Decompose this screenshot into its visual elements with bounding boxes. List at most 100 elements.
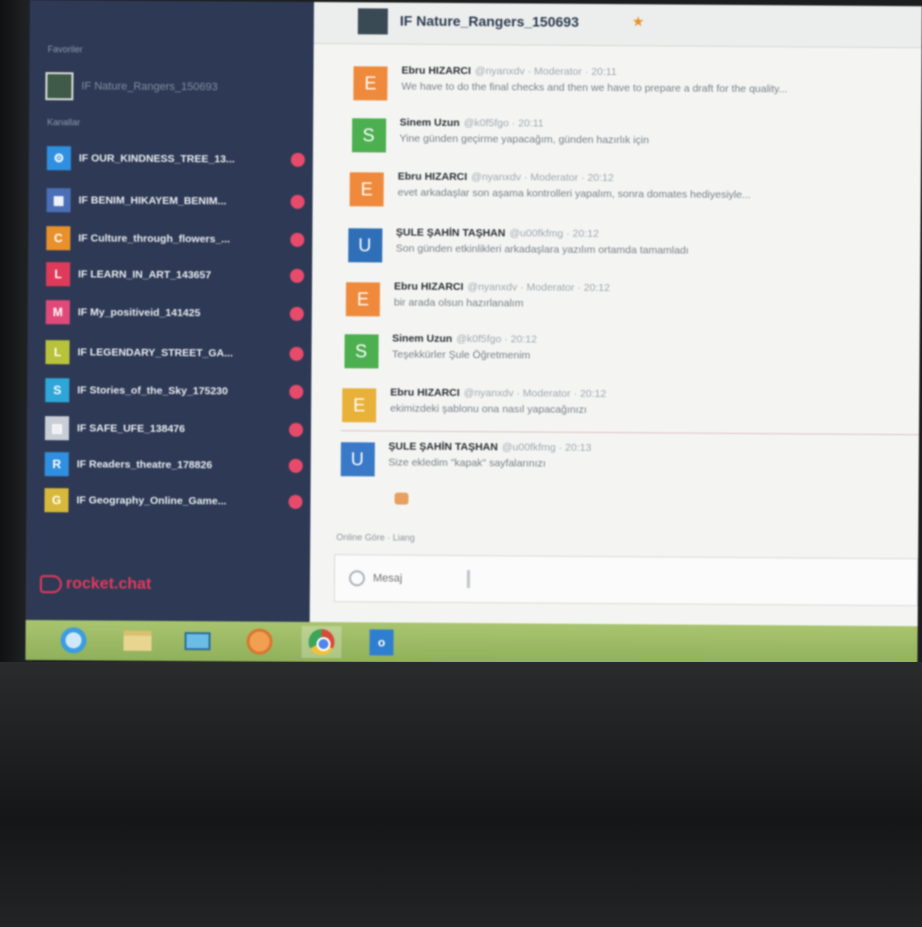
message-header: Ebru HIZARCI @nyanxdv · Moderator · 20:12 (394, 281, 610, 295)
room-name: IF Readers_theatre_178826 (76, 458, 213, 472)
message-header: ŞULE ŞAHİN TAŞHAN @u00fkfmg · 20:12 (396, 227, 599, 240)
message-composer[interactable] (333, 554, 919, 607)
text-caret (466, 570, 471, 589)
sidebar-room[interactable]: G IF Geography_Online_Game... (44, 488, 310, 514)
favorite-room-label: IF Nature_Rangers_150693 (81, 80, 218, 94)
unread-badge (289, 346, 304, 361)
monitor-screen: Favoriler IF Nature_Rangers_150693 Kanal… (25, 0, 922, 667)
internet-explorer-icon (60, 627, 87, 654)
user-avatar[interactable]: S (343, 334, 379, 369)
message-author[interactable]: Sinem Uzun (392, 333, 452, 345)
message-author[interactable]: ŞULE ŞAHİN TAŞHAN (388, 441, 498, 454)
favorite-room-thumbnail (45, 72, 74, 101)
message-input[interactable] (372, 572, 464, 586)
taskbar-chrome[interactable] (301, 625, 342, 659)
favorite-room[interactable]: IF Nature_Rangers_150693 (45, 72, 218, 101)
room-avatar: S (45, 378, 70, 403)
unread-badge (288, 422, 304, 437)
message-text: Size ekledim "kapak" sayfalarınızı (388, 456, 546, 470)
message-header: Sinem Uzun @k0f5fgo · 20:12 (392, 333, 537, 346)
sidebar-room[interactable]: R IF Readers_theatre_178826 (44, 452, 311, 478)
taskbar-app[interactable] (239, 625, 279, 657)
user-avatar[interactable]: E (349, 172, 384, 207)
rocket-chat-icon (39, 575, 62, 594)
message-author[interactable]: Sinem Uzun (400, 117, 460, 129)
sidebar-room[interactable]: L IF LEARN_IN_ART_143657 (46, 262, 312, 288)
chat-message: E Ebru HIZARCI @nyanxdv · Moderator · 20:1… (349, 168, 909, 224)
user-avatar[interactable]: E (345, 282, 381, 317)
message-header: Ebru HIZARCI @nyanxdv · Moderator · 20:11 (401, 65, 616, 79)
emoji-icon[interactable] (348, 570, 366, 587)
message-author[interactable]: ŞULE ŞAHİN TAŞHAN (396, 227, 506, 240)
app-icon (246, 628, 273, 655)
taskbar-outlook[interactable]: o (361, 626, 401, 658)
room-avatar: C (46, 226, 71, 251)
message-text: bir arada olsun hazırlanalım (393, 296, 524, 310)
windows-taskbar: o (25, 619, 918, 667)
message-meta: @nyanxdv · Moderator · 20:11 (474, 65, 617, 79)
room-avatar: ⚙ (46, 146, 71, 171)
unread-badge (290, 232, 305, 247)
taskbar-ie[interactable] (53, 624, 93, 656)
user-avatar[interactable]: U (340, 442, 375, 477)
sidebar-room[interactable]: ⚙ IF OUR_KINDNESS_TREE_13... (46, 146, 313, 172)
room-avatar: R (44, 452, 69, 477)
room-name: IF Geography_Online_Game... (76, 494, 227, 508)
message-author[interactable]: Ebru HIZARCI (398, 171, 468, 183)
chat-message: S Sinem Uzun @k0f5fgo · 20:12 Teşekkürler Ş… (343, 330, 904, 386)
room-name: IF My_positiveid_141425 (77, 306, 201, 320)
message-author[interactable]: Ebru HIZARCI (390, 387, 460, 399)
room-list: ⚙ IF OUR_KINDNESS_TREE_13... ▦ IF BENIM_HIK… (30, 0, 314, 513)
chat-message: U ŞULE ŞAHİN TAŞHAN @u00fkfmg · 20:12 Son g… (347, 224, 908, 280)
unread-badge (289, 384, 304, 399)
message-meta: @k0f5fgo · 20:12 (456, 332, 537, 346)
typing-indicator: Online Göre · Liang (336, 532, 415, 543)
taskbar-explorer[interactable] (117, 625, 157, 657)
room-avatar: M (45, 300, 70, 325)
unread-badge (289, 306, 304, 321)
message-header: Ebru HIZARCI @nyanxdv · Moderator · 20:12 (398, 171, 614, 185)
favorites-heading: Favoriler (47, 44, 83, 55)
sidebar-room[interactable]: ▦ IF BENIM_HIKAYEM_BENIM... (46, 188, 313, 214)
sidebar-room[interactable]: ▤ IF SAFE_UFE_138476 (44, 416, 311, 442)
user-avatar[interactable]: E (342, 388, 377, 423)
room-name: IF BENIM_HIKAYEM_BENIM... (78, 194, 227, 208)
sidebar-room[interactable]: L IF LEGENDARY_STREET_GA... (45, 340, 311, 366)
room-name: IF Culture_through_flowers_... (78, 232, 231, 246)
chat-main: IF Nature_Rangers_150693 ★ E Ebru HIZARCI… (309, 1, 922, 627)
brand-name: rocket.chat (65, 575, 152, 593)
message-text: Teşekkürler Şule Öğretmenim (391, 348, 531, 362)
unread-badge (290, 194, 305, 209)
message-author[interactable]: Ebru HIZARCI (394, 281, 464, 293)
unread-badge (288, 494, 303, 509)
room-avatar: L (46, 262, 71, 287)
room-avatar: G (44, 488, 69, 513)
taskbar-display[interactable] (177, 625, 217, 657)
sidebar-room[interactable]: C IF Culture_through_flowers_... (46, 226, 312, 252)
unread-badge (290, 268, 305, 283)
room-name: IF SAFE_UFE_138476 (76, 422, 186, 436)
room-header: IF Nature_Rangers_150693 ★ (313, 1, 922, 49)
message-text: Son günden etkinlikleri arkadaşlara yazı… (395, 242, 689, 257)
message-text: evet arkadaşlar son aşama kontrolleri ya… (397, 186, 751, 202)
chat-message: E Ebru HIZARCI @nyanxdv · Moderator · 20:1… (345, 278, 906, 334)
user-avatar[interactable]: E (353, 66, 388, 101)
message-meta: @k0f5fgo · 20:11 (463, 117, 544, 130)
sidebar-room[interactable]: M IF My_positiveid_141425 (45, 300, 312, 326)
message-text: ekimizdeki şablonu ona nasıl yapacağınız… (390, 402, 587, 416)
folder-icon (123, 630, 152, 651)
outlook-icon: o (369, 629, 394, 656)
sidebar-room[interactable]: S IF Stories_of_the_Sky_175230 (45, 378, 311, 404)
message-header: ŞULE ŞAHİN TAŞHAN @u00fkfmg · 20:13 (388, 441, 591, 454)
message-author[interactable]: Ebru HIZARCI (401, 65, 471, 77)
reaction-icon[interactable] (394, 492, 409, 505)
message-text: We have to do the final checks and then … (401, 80, 788, 96)
user-avatar[interactable]: U (347, 228, 382, 263)
favorite-star-icon[interactable]: ★ (632, 13, 645, 30)
room-avatar: L (45, 340, 70, 365)
message-header: Sinem Uzun @k0f5fgo · 20:11 (400, 117, 544, 130)
user-avatar[interactable]: S (351, 118, 386, 153)
room-header-icon (357, 8, 388, 35)
room-name: IF LEARN_IN_ART_143657 (78, 268, 212, 282)
room-avatar: ▦ (46, 188, 71, 213)
